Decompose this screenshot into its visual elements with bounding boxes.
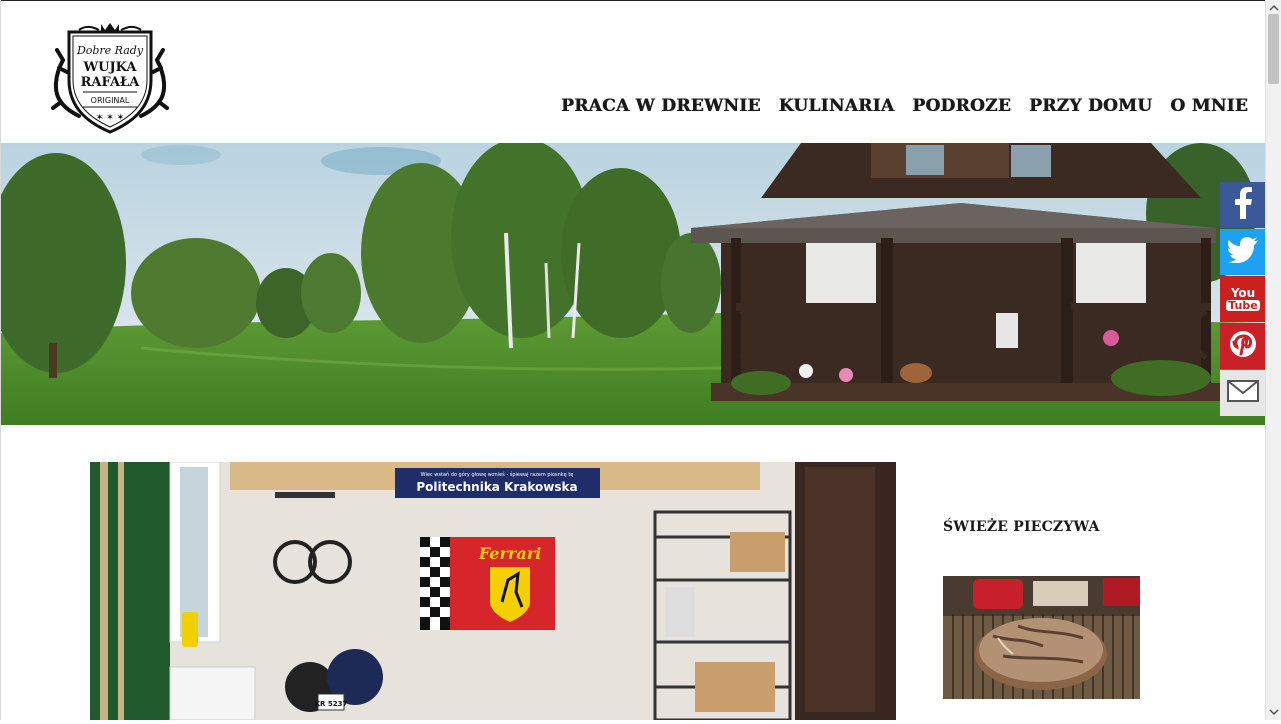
pinterest-button[interactable] <box>1220 323 1266 369</box>
nav-podroze[interactable]: PODROZE <box>912 96 1011 116</box>
svg-text:✶ ✶ ✶: ✶ ✶ ✶ <box>96 113 124 123</box>
top-border <box>1 0 1266 1</box>
sidebar-bread-image[interactable] <box>943 576 1140 699</box>
nav-o-mnie[interactable]: O MNIE <box>1170 96 1248 116</box>
youtube-button[interactable]: You Tube <box>1220 276 1266 322</box>
sidebar-widget-title[interactable]: ŚWIEŻE PIECZYWA <box>943 519 1100 535</box>
page: Dobre Rady WUJKA RAFAŁA ORIGINAL ✶ ✶ ✶ P… <box>0 0 1266 720</box>
twitter-button[interactable] <box>1220 229 1266 275</box>
vertical-scrollbar[interactable] <box>1265 0 1281 720</box>
logo-line1: Dobre Rady <box>76 44 144 57</box>
youtube-icon: You Tube <box>1226 286 1260 312</box>
youtube-you-text: You <box>1230 286 1256 300</box>
pinterest-icon <box>1229 330 1257 362</box>
nav-przy-domu[interactable]: PRZY DOMU <box>1029 96 1152 116</box>
hero-banner-image <box>1 143 1266 425</box>
scroll-down-arrow-icon[interactable] <box>1266 704 1281 720</box>
main-nav: PRACA W DREWNIE KULINARIA PODROZE PRZY D… <box>561 96 1248 116</box>
license-plate-text: KR 5237 <box>315 700 348 708</box>
nav-praca-w-drewnie[interactable]: PRACA W DREWNIE <box>561 96 761 116</box>
banner-text: Politechnika Krakowska <box>416 480 577 494</box>
facebook-icon <box>1231 187 1255 223</box>
envelope-icon <box>1227 380 1259 406</box>
article-featured-image[interactable]: Wiec wstań do góry głowę wznieś - śpiewa… <box>90 462 896 720</box>
flag-text: Ferrari <box>478 544 541 563</box>
nav-kulinaria[interactable]: KULINARIA <box>779 96 895 116</box>
facebook-button[interactable] <box>1220 182 1266 228</box>
scrollbar-thumb[interactable] <box>1268 14 1279 84</box>
site-logo[interactable]: Dobre Rady WUJKA RAFAŁA ORIGINAL ✶ ✶ ✶ <box>51 20 169 136</box>
logo-line3: RAFAŁA <box>81 75 141 90</box>
banner-top-text: Wiec wstań do góry głowę wznieś - śpiewa… <box>421 471 574 478</box>
scroll-up-arrow-icon[interactable] <box>1266 0 1281 14</box>
logo-line2: WUJKA <box>83 60 138 75</box>
logo-line4: ORIGINAL <box>91 96 130 105</box>
youtube-tube-text: Tube <box>1226 299 1260 312</box>
social-share-bar: You Tube <box>1220 182 1266 417</box>
email-button[interactable] <box>1220 370 1266 416</box>
twitter-bird-icon <box>1228 237 1258 267</box>
